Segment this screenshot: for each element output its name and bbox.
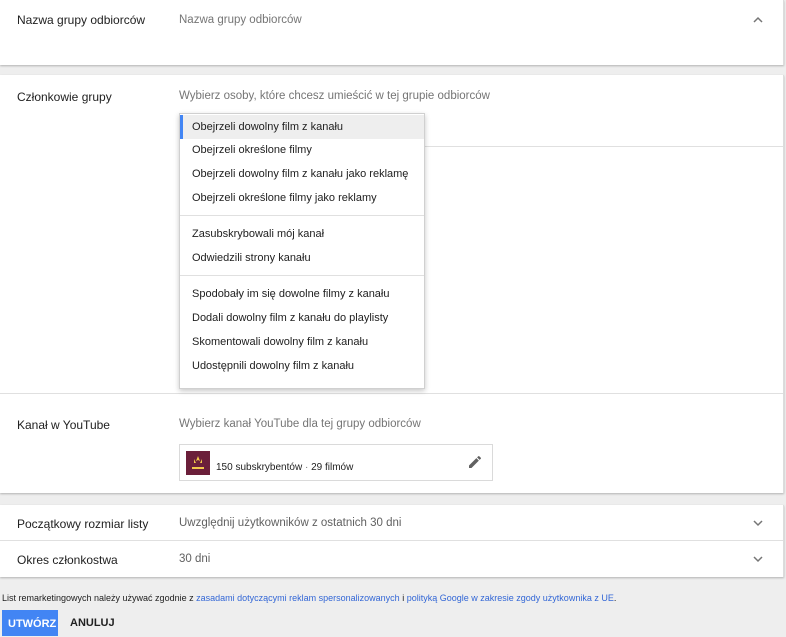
menu-item-watched-specific-videos[interactable]: Obejrzeli określone filmy [180, 138, 424, 162]
members-select[interactable]: Wybierz osoby, które chcesz umieścić w t… [179, 90, 490, 102]
menu-item-liked-any-video[interactable]: Spodobały im się dowolne filmy z kanału [180, 282, 424, 306]
membership-chevron-down-icon[interactable] [751, 552, 765, 566]
create-button[interactable]: UTWÓRZ [2, 610, 58, 636]
membership-value[interactable]: 30 dni [179, 553, 210, 565]
settings-divider [0, 540, 783, 541]
initial-size-value[interactable]: Uwzględnij użytkowników z ostatnich 30 d… [179, 517, 401, 529]
menu-separator [180, 215, 424, 216]
menu-item-added-to-playlist[interactable]: Dodali dowolny film z kanału do playlist… [180, 306, 424, 330]
menu-item-shared-any-video[interactable]: Udostępnili dowolny film z kanału [180, 354, 424, 378]
membership-label: Okres członkostwa [17, 553, 118, 567]
eu-consent-policy-link[interactable]: polityką Google w zakresie zgody użytkow… [407, 593, 614, 603]
cancel-button[interactable]: ANULUJ [66, 610, 119, 636]
initial-size-chevron-down-icon[interactable] [751, 516, 765, 530]
channel-thumbnail [186, 451, 210, 475]
list-settings-card: Początkowy rozmiar listy Uwzględnij użyt… [0, 505, 784, 577]
policy-note: List remarketingowych należy używać zgod… [2, 593, 616, 603]
menu-item-watched-any-video-as-ad[interactable]: Obejrzeli dowolny film z kanału jako rek… [180, 162, 424, 186]
collapse-chevron-up-icon[interactable] [751, 13, 765, 27]
menu-item-commented-any-video[interactable]: Skomentowali dowolny film z kanału [180, 330, 424, 354]
menu-item-subscribed[interactable]: Zasubskrybowali mój kanał [180, 222, 424, 246]
menu-item-visited-channel-page[interactable]: Odwiedzili strony kanału [180, 246, 424, 270]
channel-chip[interactable]: 150 subskrybentów · 29 filmów [179, 444, 493, 481]
policy-note-mid: i [402, 593, 405, 603]
youtube-channel-select[interactable]: Wybierz kanał YouTube dla tej grupy odbi… [179, 418, 421, 430]
channel-stats-separator: · [304, 462, 309, 473]
audience-name-input[interactable]: Nazwa grupy odbiorców [179, 14, 739, 30]
audience-name-label: Nazwa grupy odbiorców [17, 13, 146, 27]
policy-note-prefix: List remarketingowych należy używać zgod… [2, 593, 194, 603]
initial-size-label: Początkowy rozmiar listy [17, 517, 149, 531]
menu-item-watched-specific-videos-as-ads[interactable]: Obejrzeli określone filmy jako reklamy [180, 186, 424, 210]
edit-pencil-icon[interactable] [467, 454, 483, 470]
channel-videos: 29 filmów [311, 462, 354, 473]
personalized-ads-policy-link[interactable]: zasadami dotyczącymi reklam spersonalizo… [196, 593, 400, 603]
menu-item-watched-any-video[interactable]: Obejrzeli dowolny film z kanału [180, 115, 424, 139]
members-dropdown-menu: Obejrzeli dowolny film z kanału Obejrzel… [179, 113, 425, 389]
policy-note-suffix: . [613, 593, 617, 603]
channel-subscribers: 150 subskrybentów [216, 462, 303, 473]
audience-name-card: Nazwa grupy odbiorców Nazwa grupy odbior… [0, 0, 784, 65]
channel-stats: 150 subskrybentów · 29 filmów [216, 462, 353, 473]
youtube-channel-label: Kanał w YouTube [17, 418, 110, 432]
section-divider [0, 393, 783, 394]
menu-separator [180, 275, 424, 276]
members-label: Członkowie grupy [17, 90, 112, 104]
